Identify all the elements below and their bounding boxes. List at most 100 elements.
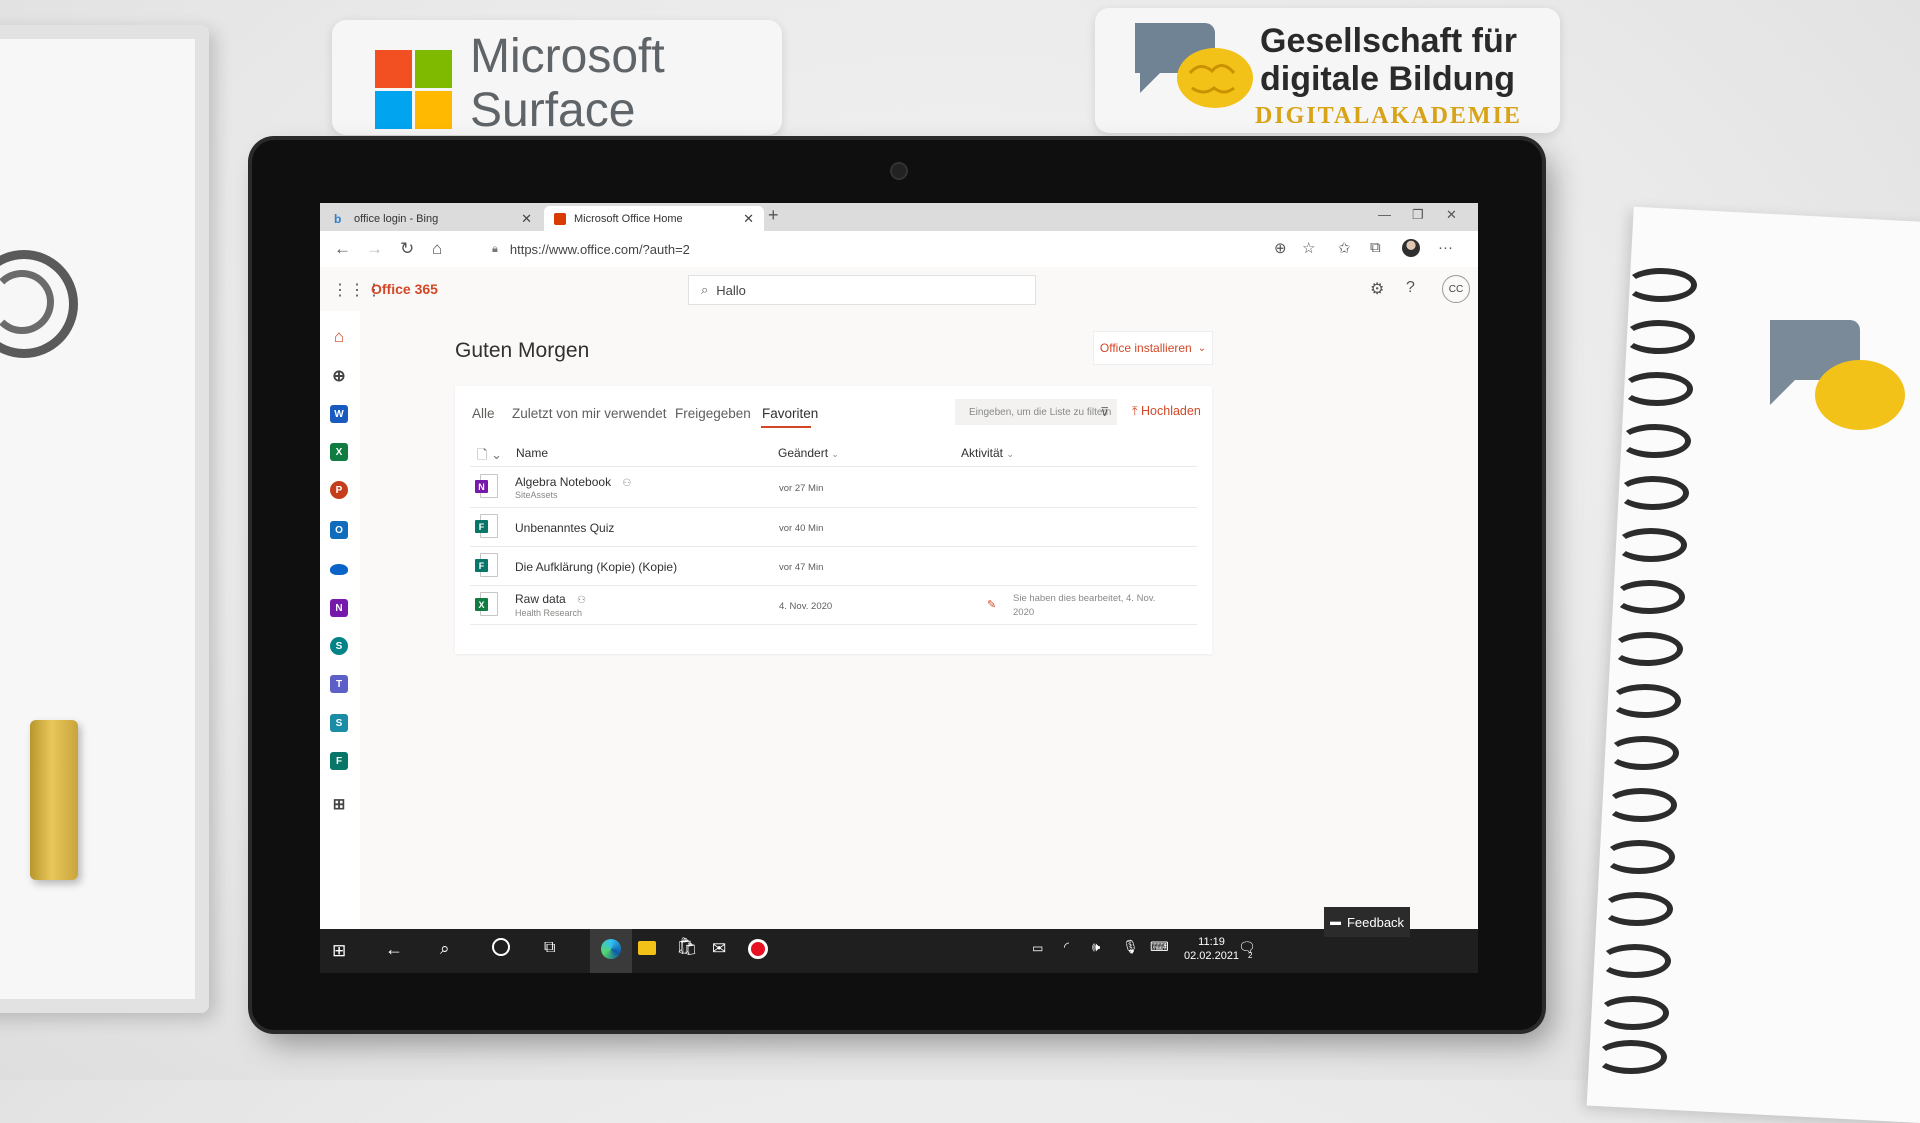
store-icon[interactable]: 🛍︎ (676, 937, 698, 957)
close-tab-icon[interactable]: ✕ (743, 211, 754, 227)
minimize-icon[interactable]: — (1378, 207, 1391, 222)
tab-title: office login - Bing (354, 212, 439, 225)
home-icon[interactable]: ⌂ (432, 239, 442, 259)
wifi-icon[interactable]: ◜ (1064, 939, 1069, 955)
favorites-icon[interactable]: ✩ (1338, 239, 1351, 257)
task-view-icon[interactable]: ⧉ (544, 939, 555, 957)
file-date: vor 47 Min (779, 562, 824, 573)
browser-tab-bar: b office login - Bing ✕ Microsoft Office… (320, 203, 1478, 231)
notification-count: 2 (1248, 951, 1253, 960)
search-icon[interactable]: ⌕ (440, 939, 450, 959)
cortana-icon[interactable] (492, 938, 510, 956)
bing-icon: b (334, 211, 342, 226)
gdb-title: Gesellschaft für digitale Bildung (1260, 22, 1517, 98)
file-name-text: Algebra Notebook (515, 475, 612, 489)
file-name[interactable]: Algebra Notebook ⚇ (515, 475, 631, 489)
search-box[interactable]: ⌕ Hallo (688, 275, 1036, 305)
profile-avatar[interactable] (1402, 239, 1420, 257)
mail-icon[interactable]: ✉ (712, 939, 726, 959)
clock[interactable]: 11:19 02.02.2021 (1184, 935, 1239, 963)
yellow-marker (30, 720, 78, 880)
feedback-button[interactable]: ▬ Feedback (1324, 907, 1410, 937)
file-date: vor 40 Min (779, 523, 824, 534)
tab-all[interactable]: Alle (472, 406, 495, 421)
url-field[interactable]: 🔒︎ https://www.office.com/?auth=2 (492, 236, 1332, 262)
tab-recent[interactable]: Zuletzt von mir verwendet (512, 406, 667, 421)
file-type-header-icon[interactable]: 🗋︎ ⌄ (477, 446, 502, 468)
install-office-button[interactable]: Office installieren ⌄ (1093, 331, 1213, 365)
file-date: vor 27 Min (779, 483, 824, 494)
microphone-icon[interactable]: 🎙︎ (1122, 939, 1139, 955)
collections-icon[interactable]: ⧉ (1370, 239, 1381, 256)
windows-taskbar: ⊞ ← ⌕ ⧉ 🛍︎ ✉ ▭ ◜ 🕪︎ 🎙︎ ⌨ 11:19 02.02.202… (320, 929, 1478, 973)
volume-icon[interactable]: 🕪︎ (1092, 939, 1100, 955)
restore-icon[interactable]: ❐ (1412, 207, 1424, 223)
file-location: SiteAssets (515, 490, 558, 500)
close-window-icon[interactable]: ✕ (1446, 207, 1457, 223)
notifications-icon[interactable]: 🗨︎ (1238, 939, 1256, 956)
file-explorer-icon[interactable] (638, 941, 656, 955)
app-rail: ⌂ ⊕ W X P O N S T S F ⊞ (320, 311, 368, 929)
onedrive-icon[interactable] (330, 564, 348, 575)
powerpoint-icon[interactable]: P (330, 481, 348, 499)
office-icon (554, 212, 566, 225)
excel-icon[interactable]: X (330, 443, 348, 461)
search-input[interactable]: Hallo (716, 283, 746, 298)
forward-icon[interactable]: → (366, 239, 383, 259)
tab-shared[interactable]: Freigegeben (675, 406, 751, 421)
file-name[interactable]: Raw data ⚇ (515, 592, 586, 606)
column-name[interactable]: Name (516, 446, 548, 460)
tab-office-home[interactable]: Microsoft Office Home ✕ (544, 206, 764, 231)
word-icon[interactable]: W (330, 405, 348, 423)
help-icon[interactable]: ? (1406, 279, 1415, 297)
office-brand[interactable]: Office 365 (371, 281, 438, 297)
office-header: ⋮⋮⋮ Office 365 ⌕ Hallo ⚙ ? CC (320, 267, 1478, 312)
tab-favorites[interactable]: Favoriten (762, 406, 818, 421)
main-content: Guten Morgen Office installieren ⌄ Alle … (360, 311, 1478, 929)
back-icon[interactable]: ← (334, 239, 351, 259)
row-divider (470, 585, 1197, 586)
new-tab-icon[interactable]: + (768, 205, 779, 226)
file-location: Health Research (515, 608, 583, 618)
sharepoint-icon[interactable]: S (330, 637, 348, 655)
shared-icon: ⚇ (622, 478, 632, 489)
back-icon[interactable]: ← (385, 939, 403, 960)
forms-icon[interactable]: F (330, 752, 348, 770)
outlook-icon[interactable]: O (330, 521, 348, 539)
forms-file-icon: F (475, 514, 498, 538)
tab-bing[interactable]: b office login - Bing ✕ (324, 206, 542, 231)
settings-icon[interactable]: ⚙ (1370, 279, 1384, 299)
windows-start-icon[interactable]: ⊞ (332, 941, 346, 961)
ms-line1: Microsoft (470, 30, 665, 83)
more-icon[interactable]: ··· (1438, 239, 1453, 256)
install-label: Office installieren (1099, 341, 1192, 355)
filter-input[interactable]: Eingeben, um die Liste zu filtern ⊽ (955, 399, 1117, 425)
account-avatar[interactable]: CC (1442, 275, 1470, 303)
row-divider (470, 507, 1197, 508)
onenote-icon[interactable]: N (330, 599, 348, 617)
shared-icon: ⚇ (577, 595, 587, 606)
keyboard-icon[interactable]: ⌨ (1150, 939, 1169, 955)
upload-label: Hochladen (1141, 404, 1201, 418)
file-name[interactable]: Die Aufklärung (Kopie) (Kopie) (515, 560, 677, 574)
add-favorite-icon[interactable]: ☆ (1302, 239, 1315, 257)
battery-icon[interactable]: ▭ (1032, 941, 1043, 955)
column-changed-label: Geändert (778, 446, 829, 460)
record-icon[interactable] (748, 939, 768, 959)
upload-button[interactable]: ⤒ Hochladen (1132, 404, 1201, 419)
clock-time: 11:19 (1198, 936, 1225, 948)
zoom-icon[interactable]: ⊕ (1274, 239, 1287, 257)
onenote-file-icon: N (475, 474, 498, 498)
feedback-label: Feedback (1346, 914, 1405, 930)
tablet-camera (890, 162, 908, 180)
sway-icon[interactable]: S (330, 714, 348, 732)
column-changed[interactable]: Geändert ⌄ (778, 446, 839, 460)
close-tab-icon[interactable]: ✕ (521, 211, 532, 227)
refresh-icon[interactable]: ↻ (400, 239, 414, 259)
column-activity[interactable]: Aktivität ⌄ (961, 446, 1014, 460)
home-icon[interactable]: ⌂ (330, 327, 348, 346)
teams-icon[interactable]: T (330, 675, 348, 693)
create-icon[interactable]: ⊕ (330, 367, 348, 385)
all-apps-icon[interactable]: ⊞ (330, 795, 348, 813)
file-name[interactable]: Unbenanntes Quiz (515, 521, 614, 535)
